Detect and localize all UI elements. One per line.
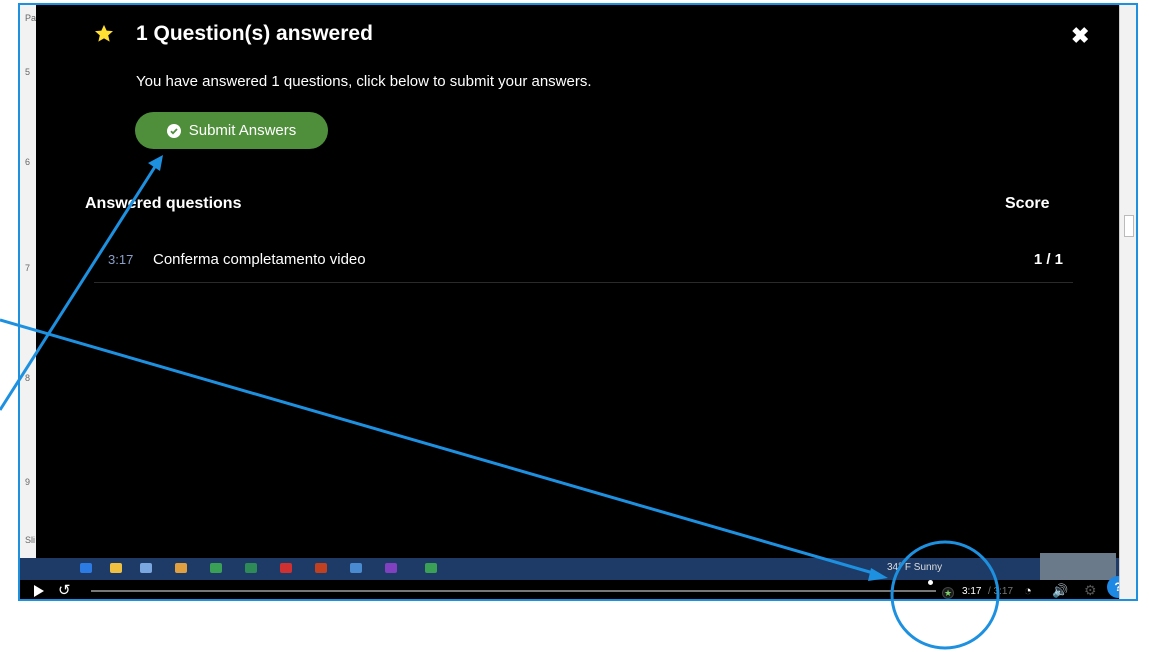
annotation-arrowhead-marker <box>868 568 888 581</box>
annotation-arrow-submit <box>0 161 160 411</box>
annotation-arrow-marker <box>0 318 881 577</box>
annotation-overlay <box>0 155 1000 650</box>
annotation-circle <box>890 540 1000 650</box>
